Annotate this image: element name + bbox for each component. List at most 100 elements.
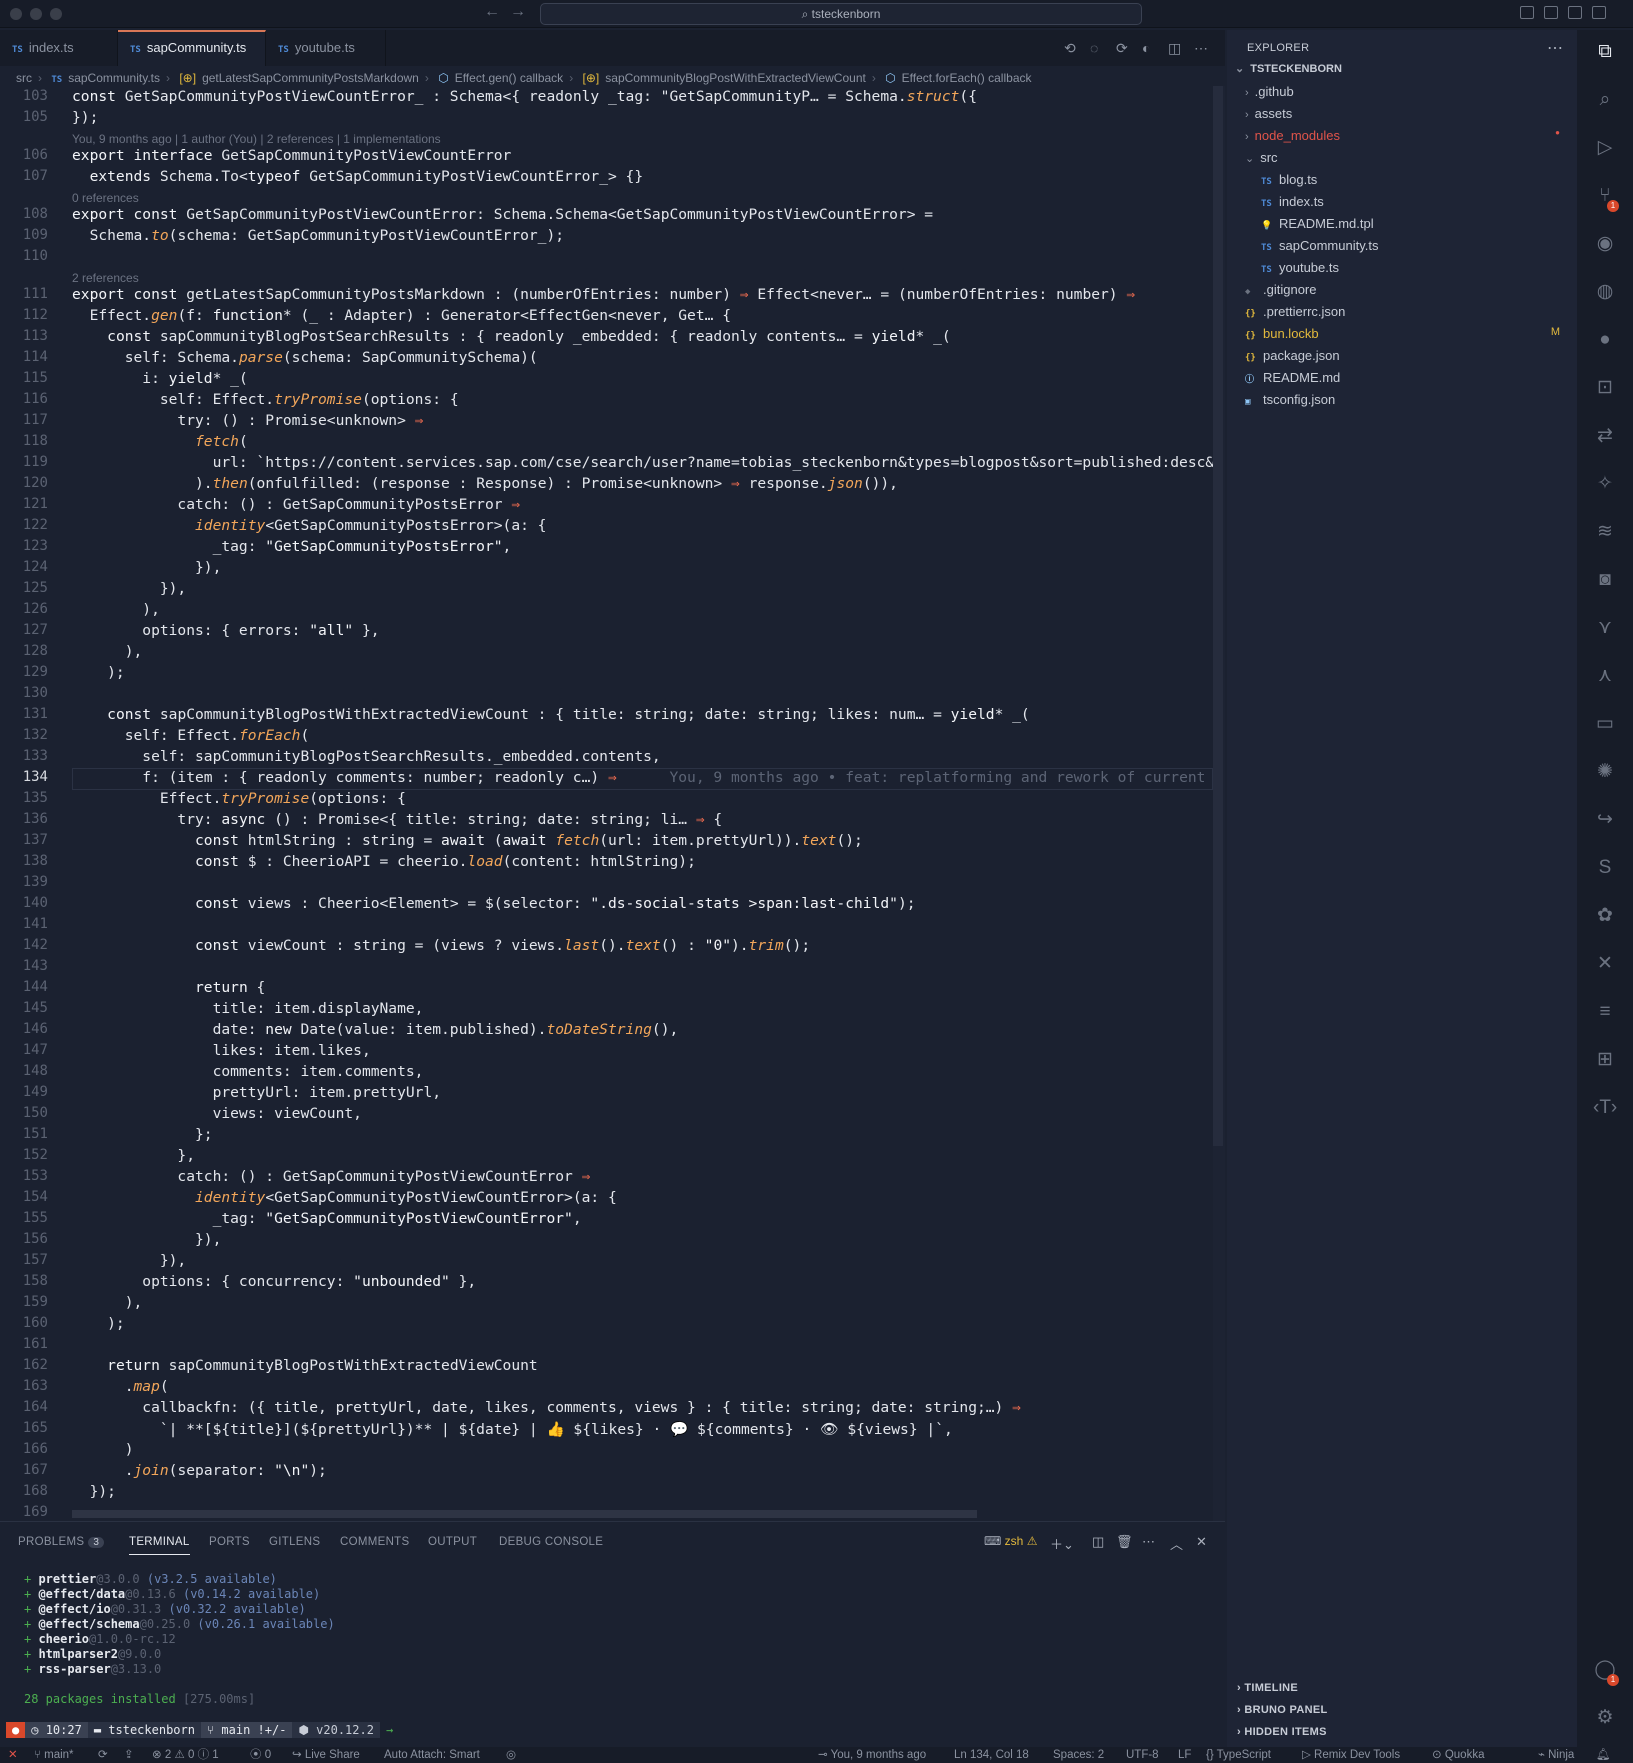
rocket-icon[interactable]: ✧ (1593, 472, 1617, 496)
auto-attach-status[interactable]: Auto Attach: Smart (384, 1747, 480, 1763)
file-tree-item[interactable]: ▣ tsconfig.json (1245, 392, 1575, 407)
live-share-icon[interactable]: ⇄ (1593, 424, 1617, 448)
terminal-output[interactable]: + prettier@3.0.0 (v3.2.5 available) + @ef… (24, 1572, 335, 1677)
tools-icon[interactable]: ✕ (1593, 952, 1617, 976)
code-line[interactable]: export const GetSapCommunityPostViewCoun… (72, 206, 933, 223)
copilot-icon[interactable]: ◎ (506, 1747, 516, 1763)
close-panel-icon[interactable]: ✕ (1196, 1534, 1207, 1550)
code-line[interactable]: fetch( (72, 433, 248, 450)
code-line[interactable]: const sapCommunityBlogPostWithExtractedV… (72, 706, 1030, 723)
explorer-files-icon[interactable]: ⧉ (1593, 40, 1617, 64)
code-line[interactable]: url: `https://content.services.sap.com/c… (72, 454, 1213, 471)
hidden-items-section[interactable]: › HIDDEN ITEMS (1237, 1726, 1327, 1738)
indentation-status[interactable]: Spaces: 2 (1053, 1747, 1104, 1763)
code-line[interactable]: catch: () : GetSapCommunityPostsError ⇒ (72, 496, 520, 513)
toggle-panel-icon[interactable] (1544, 6, 1558, 19)
code-line[interactable]: self: sapCommunityBlogPostSearchResults.… (72, 748, 660, 765)
code-line[interactable]: }); (72, 109, 98, 126)
code-line[interactable]: _tag: "GetSapCommunityPostsError", (72, 538, 512, 555)
git-graph-icon[interactable]: ◍ (1593, 280, 1617, 304)
code-line[interactable]: self: Effect.forEach( (72, 727, 310, 744)
horizontal-scrollbar[interactable] (72, 1510, 977, 1518)
file-tree-item[interactable]: ⓘ README.md (1245, 370, 1575, 385)
code-line[interactable]: }), (72, 1231, 221, 1248)
code-line[interactable]: }), (72, 1252, 186, 1269)
code-line[interactable]: ), (72, 1294, 143, 1311)
search-icon[interactable]: ⌕ (1593, 88, 1617, 112)
code-line[interactable]: }), (72, 580, 186, 597)
file-tree-item[interactable]: ◆ .gitignore (1245, 282, 1575, 297)
tab-comments[interactable]: COMMENTS (340, 1536, 409, 1548)
customize-layout-icon[interactable] (1592, 6, 1606, 19)
code-line[interactable]: extends Schema.To<typeof GetSapCommunity… (72, 168, 644, 185)
tab-sapcommunity-ts[interactable]: TS sapCommunity.ts (118, 30, 266, 66)
terminal-shell-selector[interactable]: ⌨ zsh ⚠ (984, 1534, 1037, 1548)
code-line[interactable]: }, (72, 1147, 195, 1164)
ai-icon[interactable]: ✺ (1593, 760, 1617, 784)
live-share-status[interactable]: ↪ Live Share (292, 1747, 360, 1763)
code-line[interactable]: ), (72, 643, 143, 660)
notifications-bell-icon[interactable]: 🔔︎ (1596, 1747, 1611, 1763)
quokka-status[interactable]: ⊙ Quokka (1432, 1747, 1484, 1763)
file-tree-item[interactable]: › assets (1245, 106, 1575, 121)
code-lens[interactable]: 2 references (72, 271, 139, 285)
file-tree-item[interactable]: TS index.ts (1261, 194, 1591, 209)
eol-status[interactable]: LF (1178, 1747, 1191, 1763)
close-window-button[interactable] (10, 8, 22, 20)
new-terminal-icon[interactable]: ＋⌄ (1050, 1534, 1074, 1553)
tab-index-ts[interactable]: TS index.ts (0, 30, 118, 66)
bruno-panel-section[interactable]: › BRUNO PANEL (1237, 1704, 1327, 1716)
breadcrumb-item[interactable]: Effect.gen() callback (455, 71, 564, 85)
go-back-icon[interactable]: ⟲ (1064, 40, 1076, 57)
tab-gitlens[interactable]: GITLENS (269, 1536, 320, 1548)
more-actions-icon[interactable]: ⋯ (1547, 38, 1563, 58)
code-line[interactable]: identity<GetSapCommunityPostViewCountErr… (72, 1189, 617, 1206)
preview-icon[interactable]: ◐ (1142, 40, 1150, 56)
explorer-root[interactable]: ⌄ TSTECKENBORN (1235, 62, 1342, 75)
cursor-position[interactable]: Ln 134, Col 18 (954, 1747, 1029, 1763)
docker-icon[interactable]: ◙ (1593, 568, 1617, 592)
openai-icon[interactable]: ✿ (1593, 904, 1617, 928)
code-line[interactable]: ), (72, 601, 160, 618)
split-terminal-icon[interactable]: ◫ (1092, 1534, 1104, 1550)
code-line[interactable]: self: Schema.parse(schema: SapCommunityS… (72, 349, 538, 366)
layers-icon[interactable]: ≋ (1593, 520, 1617, 544)
extensions-icon[interactable]: ⊞ (1593, 1048, 1617, 1072)
api-client-icon[interactable]: ⋏ (1593, 664, 1617, 688)
code-line[interactable]: }); (72, 1483, 116, 1500)
maximize-panel-icon[interactable]: ︿ (1170, 1534, 1183, 1553)
code-line[interactable]: const htmlString : string = await (await… (72, 832, 863, 849)
code-line[interactable]: Effect.tryPromise(options: { (72, 790, 406, 807)
bruno-icon[interactable]: ⋎ (1593, 616, 1617, 640)
ports-status[interactable]: ⦿ 0 (250, 1747, 271, 1763)
file-tree-item[interactable]: TS youtube.ts (1261, 260, 1591, 275)
code-line[interactable]: options: { errors: "all" }, (72, 622, 379, 639)
git-compare-icon[interactable]: ◌ (1090, 40, 1098, 56)
tab-output[interactable]: OUTPUT (428, 1536, 477, 1548)
code-line[interactable]: callbackfn: ({ title, prettyUrl, date, l… (72, 1399, 1021, 1416)
code-line[interactable]: comments: item.comments, (72, 1063, 424, 1080)
code-lens[interactable]: You, 9 months ago | 1 author (You) | 2 r… (72, 132, 441, 146)
file-tree-item[interactable]: {} package.json (1245, 348, 1575, 363)
code-line[interactable]: ).then(onfulfilled: (response : Response… (72, 475, 898, 492)
editor-scrollbar-thumb[interactable] (1213, 86, 1223, 1146)
problems-status[interactable]: ⊗ 2 ⚠ 0 ⓘ 1 (152, 1747, 219, 1763)
code-line[interactable]: ); (72, 1315, 125, 1332)
breadcrumb-item[interactable]: src (16, 71, 32, 85)
code-line[interactable]: return { (72, 979, 265, 996)
file-tree-item[interactable]: 💡 README.md.tpl (1261, 216, 1591, 231)
code-line[interactable]: ); (72, 664, 125, 681)
code-line[interactable]: views: viewCount, (72, 1105, 362, 1122)
tab-terminal[interactable]: TERMINAL (129, 1536, 190, 1555)
code-lens[interactable]: 0 references (72, 191, 139, 205)
code-line[interactable]: i: yield* _( (72, 370, 247, 387)
code-line[interactable]: Effect.gen(f: function* (_ : Adapter) : … (72, 307, 731, 324)
breadcrumb-item[interactable]: sapCommunityBlogPostWithExtractedViewCou… (605, 71, 866, 85)
file-tree-item[interactable]: TS blog.ts (1261, 172, 1591, 187)
language-status[interactable]: {} TypeScript (1206, 1747, 1271, 1763)
settings-gear-icon[interactable]: ⚙ (1593, 1706, 1617, 1730)
outline-icon[interactable]: ≡ (1593, 1000, 1617, 1024)
forward-arrow-icon[interactable]: → (510, 3, 526, 21)
more-actions-icon[interactable]: ⋯ (1194, 40, 1208, 57)
file-tree-item[interactable]: ⌄ src (1245, 150, 1575, 165)
